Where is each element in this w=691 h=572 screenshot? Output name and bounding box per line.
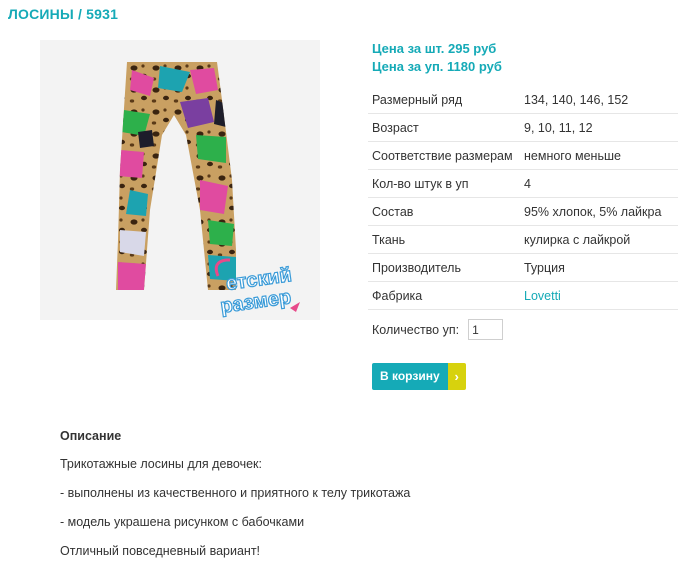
spec-value: 9, 10, 11, 12 [520,113,678,142]
spec-value: 4 [520,169,678,198]
add-to-cart-label: В корзину [372,363,448,390]
price-per-pack: Цена за уп. 1180 руб [372,59,502,74]
quantity-input[interactable] [468,319,504,340]
price-per-piece: Цена за шт. 295 руб [372,41,497,56]
spec-label: Соответствие размерам [368,141,520,170]
spec-label: Размерный ряд [368,86,520,114]
chevron-right-icon: › [447,363,466,390]
factory-link[interactable]: Lovetti [524,289,561,303]
spec-row-factory: Фабрика Lovetti [368,281,678,310]
page-title: ЛОСИНЫ / 5931 [8,6,119,22]
price-block: Цена за шт. 295 руб Цена за уп. 1180 руб [372,40,502,76]
spec-value: кулирка с лайкрой [520,225,678,254]
spec-value: Lovetti [520,281,678,310]
description-line: - выполнены из качественного и приятного… [60,486,411,500]
spec-value: немного меньше [520,141,678,170]
spec-value: 95% хлопок, 5% лайкра [520,197,678,226]
description-line: - модель украшена рисунком с бабочками [60,515,305,529]
specs-table: Размерный ряд 134, 140, 146, 152 Возраст… [368,86,678,310]
leggings-illustration: етский размер [116,62,300,318]
spec-label: Ткань [368,225,520,254]
spec-row-composition: Состав 95% хлопок, 5% лайкра [368,197,678,226]
quantity-row: Количество уп: [372,319,504,340]
spec-value: 134, 140, 146, 152 [520,86,678,114]
add-to-cart-button[interactable]: В корзину › [372,363,466,390]
spec-row-pieces-per-pack: Кол-во штук в уп 4 [368,169,678,198]
product-image[interactable]: етский размер [40,40,320,320]
spec-label: Состав [368,197,520,226]
spec-row-fabric: Ткань кулирка с лайкрой [368,225,678,254]
spec-row-size-fit: Соответствие размерам немного меньше [368,141,678,170]
description-line: Трикотажные лосины для девочек: [60,457,263,471]
spec-label: Производитель [368,253,520,282]
spec-label: Кол-во штук в уп [368,169,520,198]
spec-label: Возраст [368,113,520,142]
spec-row-size-range: Размерный ряд 134, 140, 146, 152 [368,86,678,114]
spec-label: Фабрика [368,281,520,310]
spec-row-manufacturer: Производитель Турция [368,253,678,282]
description-heading: Описание [60,429,122,443]
spec-row-age: Возраст 9, 10, 11, 12 [368,113,678,142]
quantity-label: Количество уп: [372,322,460,337]
spec-value: Турция [520,253,678,282]
description-section: Описание Трикотажные лосины для девочек:… [60,429,410,572]
description-line: Отличный повседневный вариант! [60,544,261,558]
